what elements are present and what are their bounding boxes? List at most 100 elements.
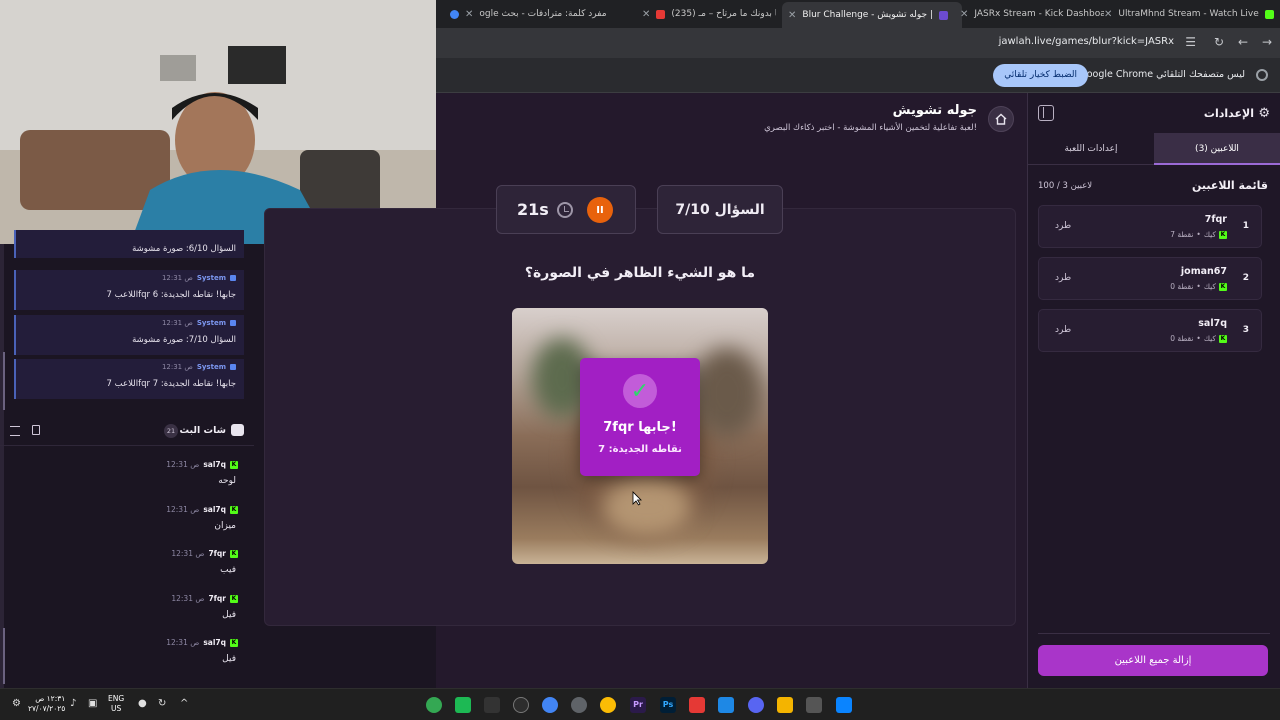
forward-icon[interactable]: ←: [1238, 35, 1248, 49]
close-icon[interactable]: ✕: [1104, 9, 1112, 20]
chat-header: شات البث 21: [0, 418, 254, 444]
close-icon[interactable]: ✕: [960, 9, 968, 20]
remove-all-players-button[interactable]: إزالة جميع اللاعبين: [1038, 645, 1268, 676]
timer-box: 21s II: [496, 185, 636, 234]
kick-icon: K: [230, 549, 238, 558]
address-bar: → ← ↻ ☰ jawlah.live/games/blur?kick=JASR…: [436, 28, 1280, 58]
player-rank: 1: [1242, 221, 1249, 231]
settings-icon[interactable]: ⚙: [12, 698, 21, 709]
chat-message: 12:31 ص sal7q K ميزان: [0, 505, 254, 549]
question-text: ما هو الشيء الظاهر في الصورة؟: [524, 265, 756, 281]
kick-player-button[interactable]: طرد: [1055, 325, 1071, 335]
store-icon[interactable]: [806, 697, 822, 713]
tab-players[interactable]: اللاعبين (3): [1154, 133, 1280, 165]
kick-icon: K: [230, 505, 238, 514]
settings-app-icon[interactable]: [571, 697, 587, 713]
gear-icon: ⚙: [1258, 106, 1270, 121]
reload-icon[interactable]: ↻: [1214, 35, 1224, 49]
language-indicator[interactable]: ENG US: [108, 694, 124, 714]
chat-message-body: فيل: [222, 610, 236, 620]
back-icon[interactable]: →: [1262, 35, 1272, 49]
chevron-up-icon[interactable]: ^: [180, 698, 188, 709]
trash-icon[interactable]: [32, 425, 40, 435]
obs-icon[interactable]: [513, 697, 529, 713]
url-field[interactable]: jawlah.live/games/blur?kick=JASRx: [999, 36, 1174, 47]
browser-tab[interactable]: ✕ (235) أنا بدونك ما مرتاح – مـ: [636, 4, 776, 24]
system-icon: [230, 320, 236, 326]
system-message-body: اللاعب 7fqr جابها! نقاطه الجديدة: 7: [106, 379, 236, 389]
kick-player-button[interactable]: طرد: [1055, 273, 1071, 283]
windows-start-icon[interactable]: [836, 697, 852, 713]
timer-value: 21s: [517, 200, 549, 219]
player-meta: 7 نقطة • كيك K: [1170, 230, 1227, 239]
close-icon[interactable]: ✕: [465, 9, 473, 20]
system-icon: [230, 275, 236, 281]
player-meta: 0 نقطة • كيك K: [1170, 334, 1227, 343]
player-points: 7 نقطة: [1170, 230, 1194, 239]
player-row: 2 joman67 0 نقطة • كيك K طرد: [1038, 257, 1262, 300]
chat-message-header: 12:31 ص sal7q K: [166, 460, 238, 469]
home-button[interactable]: [988, 106, 1014, 132]
close-icon[interactable]: ✕: [642, 9, 650, 20]
player-platform: كيك: [1203, 334, 1216, 343]
separator: •: [1196, 334, 1201, 343]
chat-message: 12:31 ص sal7q K فيل: [0, 638, 254, 682]
file-explorer-icon[interactable]: [777, 697, 793, 713]
menu-icon[interactable]: [10, 426, 20, 436]
kick-player-button[interactable]: طرد: [1055, 221, 1071, 231]
browser-tab[interactable]: ✕ ogle مفرد كلمة: مترادفات - بحث: [444, 4, 620, 24]
chrome-icon: [1256, 69, 1268, 81]
player-points: 0 نقطة: [1170, 282, 1194, 291]
scrollbar-thumb[interactable]: [3, 352, 5, 410]
collapse-sidebar-icon[interactable]: [1038, 105, 1054, 121]
chrome-icon[interactable]: [542, 697, 558, 713]
app-green-icon[interactable]: [455, 697, 471, 713]
app-blue-icon[interactable]: [718, 697, 734, 713]
chrome-alt-icon[interactable]: [426, 697, 442, 713]
network-icon[interactable]: ▣: [88, 698, 97, 709]
discord-icon[interactable]: [748, 697, 764, 713]
message-time: 12:31 ص: [161, 319, 193, 327]
system-message-body: اللاعب 7fqr جابها! نقاطه الجديدة: 6: [106, 290, 236, 300]
message-user: sal7q: [203, 638, 226, 647]
chat-message-header: 12:31 ص sal7q K: [166, 505, 238, 514]
tab-game-settings[interactable]: إعدادات اللعبة: [1028, 133, 1154, 165]
sync-icon[interactable]: ↻: [158, 698, 166, 709]
message-sender: System: [196, 274, 226, 282]
players-list-heading: قائمة اللاعبين: [1192, 179, 1268, 192]
close-icon[interactable]: ✕: [788, 10, 796, 21]
message-user: sal7q: [203, 460, 226, 469]
player-name: sal7q: [1198, 318, 1227, 329]
system-message: 12:31 ص System اللاعب 7fqr جابها! نقاطه …: [14, 270, 244, 310]
pause-button[interactable]: II: [587, 197, 613, 223]
chrome-canary-icon[interactable]: [600, 697, 616, 713]
message-user: 7fqr: [208, 549, 226, 558]
premiere-icon[interactable]: Pr: [630, 697, 646, 713]
tune-icon[interactable]: ☰: [1185, 35, 1196, 49]
photoshop-icon[interactable]: Ps: [660, 697, 676, 713]
sidebar-tabs: اللاعبين (3) إعدادات اللعبة: [1028, 133, 1280, 165]
kick-icon: K: [1219, 282, 1227, 291]
game-subtitle: لعبة تفاعلية لتخمين الأشياء المشوشة - اخ…: [764, 123, 977, 133]
browser-tab-active[interactable]: ✕ Blur Challenge - جوله تشويش |: [782, 2, 962, 28]
divider: [0, 445, 254, 446]
app-dark-icon[interactable]: [484, 697, 500, 713]
tab-title: JASRx Stream - Kick Dashboard: [974, 9, 1104, 19]
message-time: 12:31 ص: [166, 460, 200, 469]
system-icon: [230, 364, 236, 370]
tab-title: ogle مفرد كلمة: مترادفات - بحث: [479, 9, 607, 19]
browser-tab[interactable]: ✕ JASRx Stream - Kick Dashboard: [954, 4, 1104, 24]
chat-message-body: لوحه: [218, 476, 236, 486]
app-red-icon[interactable]: [689, 697, 705, 713]
tab-title: UltraMhnd Stream - Watch Live: [1118, 9, 1259, 19]
message-sender: System: [196, 363, 226, 371]
infobar-text: Google Chrome ليس متصفحك التلقائي: [1079, 69, 1245, 80]
message-time: 12:31 ص: [166, 505, 200, 514]
chat-message: 12:31 ص 7fqr K فيل: [0, 594, 254, 638]
taskbar-clock[interactable]: ١٢:٣١ ص ٢٧/٠٧/٢٠٢٥: [28, 694, 65, 714]
volume-icon[interactable]: ♪: [70, 698, 76, 709]
player-row: 3 sal7q 0 نقطة • كيك K طرد: [1038, 309, 1262, 352]
set-default-button[interactable]: الضبط كخيار تلقائي: [993, 64, 1088, 87]
microphone-icon[interactable]: ●: [138, 698, 147, 709]
browser-tab[interactable]: ✕ UltraMhnd Stream - Watch Live: [1098, 4, 1280, 24]
